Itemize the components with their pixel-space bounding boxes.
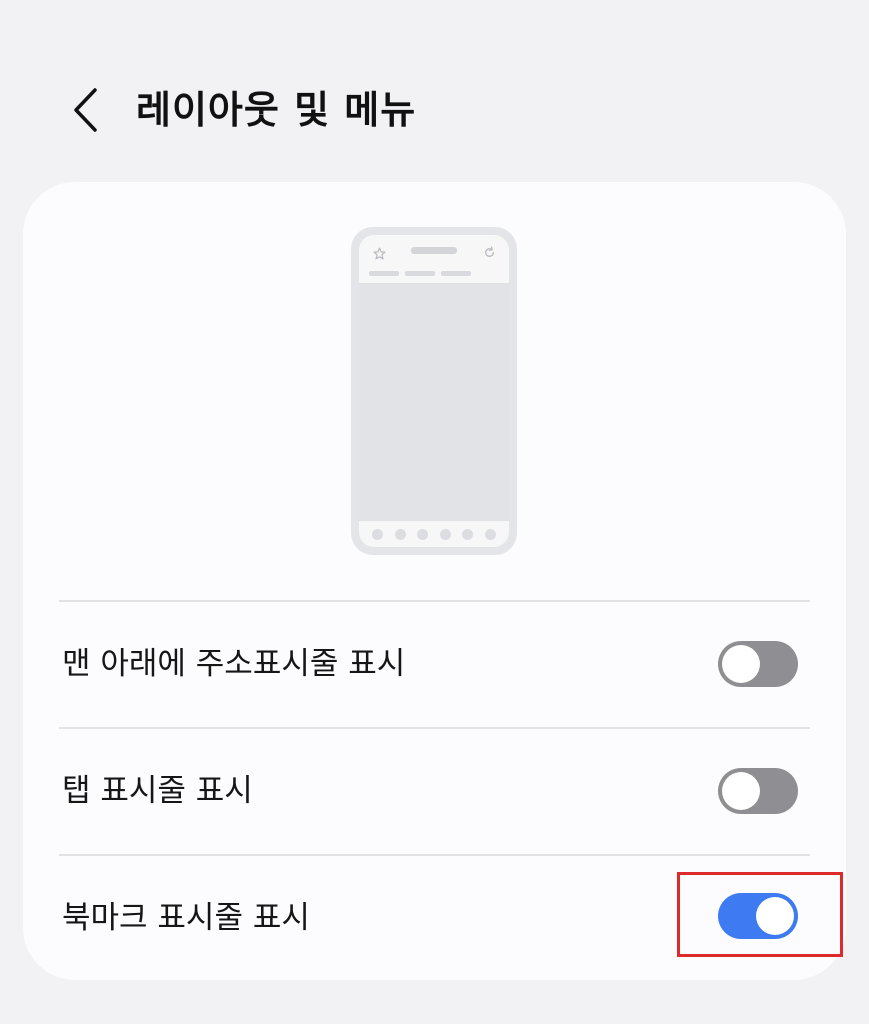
chevron-left-icon — [74, 88, 97, 132]
settings-card: 맨 아래에 주소표시줄 표시 탭 표시줄 표시 북마크 표시줄 표시 — [23, 182, 846, 980]
app-header: 레이아웃 및 메뉴 — [0, 70, 869, 150]
setting-label: 북마크 표시줄 표시 — [62, 900, 310, 936]
preview-top-bar — [359, 235, 509, 283]
preview-tab — [369, 271, 399, 276]
preview-address-bar — [411, 247, 457, 254]
toggle-knob — [722, 645, 760, 683]
preview-bottom-bar — [359, 521, 509, 547]
preview-tab — [441, 271, 471, 276]
setting-label: 맨 아래에 주소표시줄 표시 — [62, 646, 406, 682]
setting-label: 탭 표시줄 표시 — [62, 773, 253, 809]
toggle-knob — [722, 772, 760, 810]
setting-row-address-bar-bottom[interactable]: 맨 아래에 주소표시줄 표시 — [23, 602, 846, 727]
page-title: 레이아웃 및 메뉴 — [136, 88, 417, 132]
star-icon — [373, 247, 386, 260]
preview-nav-dot — [462, 529, 473, 540]
preview-nav-dot — [485, 529, 496, 540]
settings-page: 레이아웃 및 메뉴 맨 아래에 주소표시줄 표시 탭 표시줄 표시 북마크 표시… — [0, 0, 869, 1024]
preview-nav-dot — [417, 529, 428, 540]
toggle-switch[interactable] — [718, 768, 798, 814]
back-button[interactable] — [56, 80, 116, 140]
preview-nav-dot — [395, 529, 406, 540]
preview-tab — [405, 271, 435, 276]
phone-preview-illustration — [351, 227, 517, 555]
preview-nav-dot — [440, 529, 451, 540]
reload-icon — [485, 246, 494, 257]
toggle-switch[interactable] — [718, 641, 798, 687]
preview-nav-dot — [372, 529, 383, 540]
highlight-box — [677, 872, 843, 957]
phone-preview-screen — [359, 235, 509, 547]
setting-row-tab-bar[interactable]: 탭 표시줄 표시 — [23, 729, 846, 854]
